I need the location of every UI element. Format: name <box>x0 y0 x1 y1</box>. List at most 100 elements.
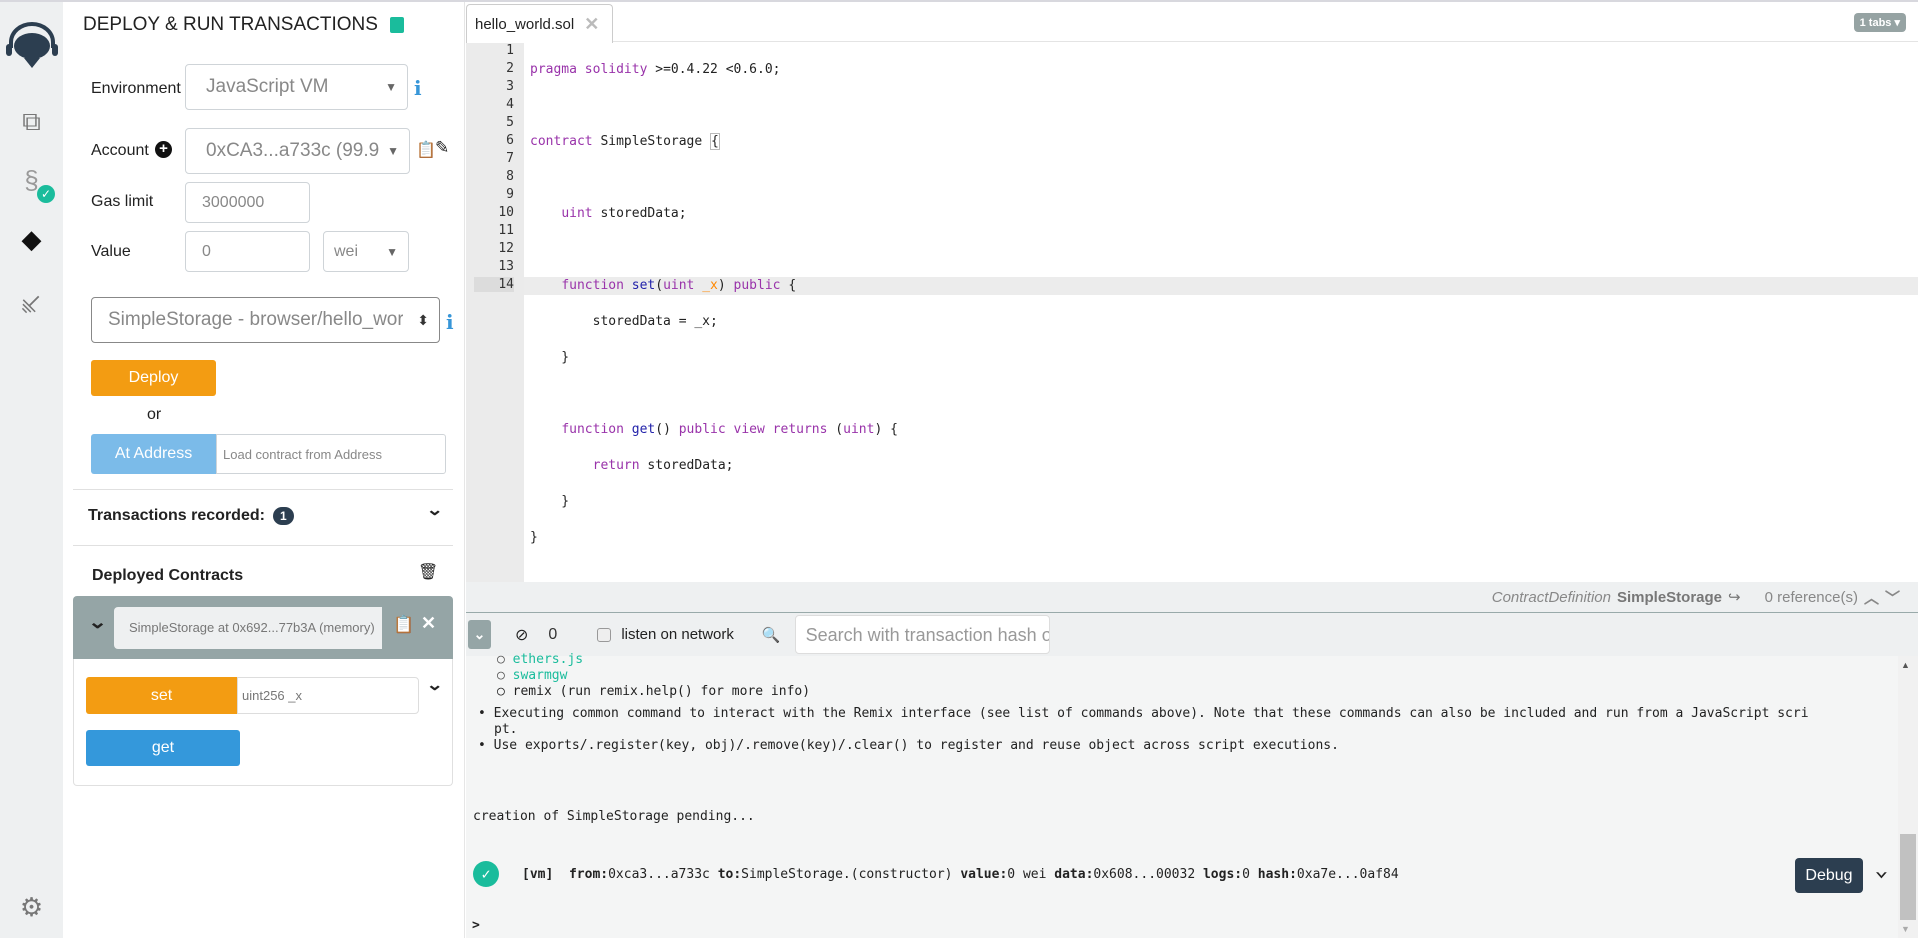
line-number: 14 <box>474 277 514 292</box>
line-number: 12 <box>498 241 514 256</box>
terminal-line: pt. <box>494 722 518 737</box>
solidity-compiler-icon[interactable]: § ✓ <box>0 165 63 203</box>
caret-down-icon: ▼ <box>385 80 397 94</box>
caret-down-icon: ▼ <box>387 144 399 158</box>
transaction-log[interactable]: [vm] from:0xca3...a733c to:SimpleStorage… <box>522 867 1399 883</box>
chevron-down-icon[interactable]: ⌄ <box>426 500 443 520</box>
line-number-gutter: 1 2 3 4 5 6 7 8 9 10 11 12 13 14 <box>466 43 524 582</box>
file-explorer-icon[interactable]: ⧉ <box>0 106 63 138</box>
line-number: 1 <box>506 43 514 58</box>
transactions-recorded-label: Transactions recorded: <box>88 507 265 524</box>
divider <box>73 545 453 546</box>
next-reference-icon[interactable]: ﹀ <box>1885 587 1900 608</box>
clear-console-icon[interactable]: ⊘ <box>515 625 528 645</box>
contract-instance-body: set uint256 _x ⌄ get <box>73 659 453 786</box>
deploy-button[interactable]: Deploy <box>91 360 216 396</box>
terminal-scrollbar[interactable]: ▲ ▼ <box>1898 656 1918 938</box>
contract-instance-name[interactable]: SimpleStorage at 0x692...77b3A (memory) <box>114 607 382 649</box>
at-address-button[interactable]: At Address <box>91 434 216 474</box>
contract-value: SimpleStorage - browser/hello_world <box>108 309 403 330</box>
caret-down-icon: ▼ <box>386 244 398 259</box>
chevron-down-icon[interactable]: ⌄ <box>88 612 108 633</box>
contract-instance-header: ⌄ SimpleStorage at 0x692...77b3A (memory… <box>73 596 453 659</box>
at-address-input[interactable]: Load contract from Address <box>216 434 446 474</box>
pending-tx-count: 0 <box>548 625 558 643</box>
terminal-toolbar: ⌄ ⊘ 0 listen on network 🔍 Search with tr… <box>466 613 1918 656</box>
previous-reference-icon[interactable]: ︿ <box>1864 587 1879 608</box>
debug-button[interactable]: Debug <box>1795 858 1863 893</box>
close-tab-icon[interactable]: ✕ <box>584 14 599 35</box>
contract-select[interactable]: SimpleStorage - browser/hello_world ⬍ <box>91 297 440 343</box>
line-number: 2 <box>506 61 514 76</box>
editor-tab-bar: hello_world.sol ✕ 1 tabs ▾ <box>466 2 1918 43</box>
docs-icon[interactable] <box>389 17 404 33</box>
get-function-button[interactable]: get <box>86 730 240 766</box>
line-number: 4 <box>506 97 514 112</box>
tab-hello-world[interactable]: hello_world.sol ✕ <box>466 4 613 43</box>
info-icon[interactable]: i <box>414 76 422 100</box>
code-content[interactable]: pragma solidity >=0.4.22 <0.6.0; contrac… <box>530 43 1910 583</box>
transactions-count-badge: 1 <box>272 507 294 525</box>
value-unit-select[interactable]: wei ▼ <box>323 231 409 272</box>
scrollbar-thumb[interactable] <box>1900 834 1916 920</box>
terminal-line: Executing common command to interact wit… <box>493 706 1809 721</box>
pending-message: creation of SimpleStorage pending... <box>473 809 755 824</box>
value-label: Value <box>91 243 131 260</box>
account-select[interactable]: 0xCA3...a733c (99.9 ▼ <box>185 128 410 174</box>
add-account-icon[interactable]: + <box>155 141 172 158</box>
terminal-link[interactable]: ethers.js <box>513 652 583 667</box>
terminal-line: remix (run remix.help() for more info) <box>512 684 811 699</box>
sort-icon: ⬍ <box>417 311 429 328</box>
transaction-search-input[interactable]: Search with transaction hash or address <box>794 615 1050 654</box>
go-to-definition-icon[interactable]: ↪ <box>1728 588 1741 606</box>
line-number: 9 <box>506 187 514 202</box>
tabs-count: 1 tabs <box>1859 17 1892 29</box>
remix-logo-icon[interactable] <box>0 20 63 77</box>
divider <box>73 489 453 490</box>
transactions-recorded[interactable]: Transactions recorded: 1 <box>88 507 294 525</box>
or-label: or <box>147 406 162 423</box>
environment-select[interactable]: JavaScript VM ▼ <box>185 64 408 110</box>
clipboard-icon[interactable]: 📋 <box>393 615 414 635</box>
listen-network-checkbox[interactable] <box>597 627 612 642</box>
minimize-terminal-icon[interactable]: ⌄ <box>468 620 491 649</box>
clipboard-icon[interactable]: 📋 <box>416 140 436 160</box>
value-input[interactable]: 0 <box>185 231 310 272</box>
plugin-manager-icon[interactable]: ⏚ <box>0 268 67 339</box>
terminal-line: Use exports/.register(key, obj)/.remove(… <box>493 738 1339 753</box>
terminal-link[interactable]: swarmgw <box>513 668 568 683</box>
line-number: 11 <box>498 223 514 238</box>
node-kind: ContractDefinition <box>1491 588 1611 606</box>
deployed-contracts-label: Deployed Contracts <box>92 567 244 584</box>
line-number: 7 <box>506 151 514 166</box>
environment-value: JavaScript VM <box>206 76 329 97</box>
code-editor: hello_world.sol ✕ 1 tabs ▾ 1 2 3 4 5 6 7 8 9 10 11 1… <box>466 2 1918 582</box>
line-number: 13 <box>498 259 514 274</box>
line-number: 3 <box>506 79 514 94</box>
account-value: 0xCA3...a733c (99.9 <box>206 140 380 161</box>
settings-icon[interactable]: ⚙ <box>0 892 63 923</box>
search-icon: 🔍 <box>761 626 781 644</box>
success-check-icon: ✓ <box>473 861 499 887</box>
check-icon: ✓ <box>37 185 55 203</box>
tab-label: hello_world.sol <box>475 15 575 33</box>
deploy-run-icon[interactable]: ◆ <box>0 224 63 255</box>
edit-icon[interactable]: ✎ <box>435 138 449 158</box>
listen-network-label: listen on network <box>621 626 734 643</box>
panel-title: DEPLOY & RUN TRANSACTIONS <box>83 14 378 35</box>
line-number: 8 <box>506 169 514 184</box>
gas-limit-input[interactable]: 3000000 <box>185 182 310 223</box>
chevron-down-icon[interactable]: ⌄ <box>426 675 443 695</box>
set-function-button[interactable]: set <box>86 677 237 714</box>
terminal-prompt[interactable]: > <box>472 918 480 934</box>
references-count: 0 reference(s) <box>1764 588 1858 606</box>
chevron-down-icon[interactable]: ⌄ <box>1874 860 1888 881</box>
close-icon[interactable]: ✕ <box>421 613 436 634</box>
info-icon[interactable]: i <box>446 310 454 334</box>
scroll-up-icon[interactable]: ▲ <box>1901 660 1910 670</box>
value-unit: wei <box>334 242 359 260</box>
set-argument-input[interactable]: uint256 _x <box>237 677 419 714</box>
tabs-dropdown[interactable]: 1 tabs ▾ <box>1853 13 1906 32</box>
scroll-down-icon[interactable]: ▼ <box>1901 924 1910 934</box>
trash-icon[interactable]: 🗑 <box>418 562 438 582</box>
